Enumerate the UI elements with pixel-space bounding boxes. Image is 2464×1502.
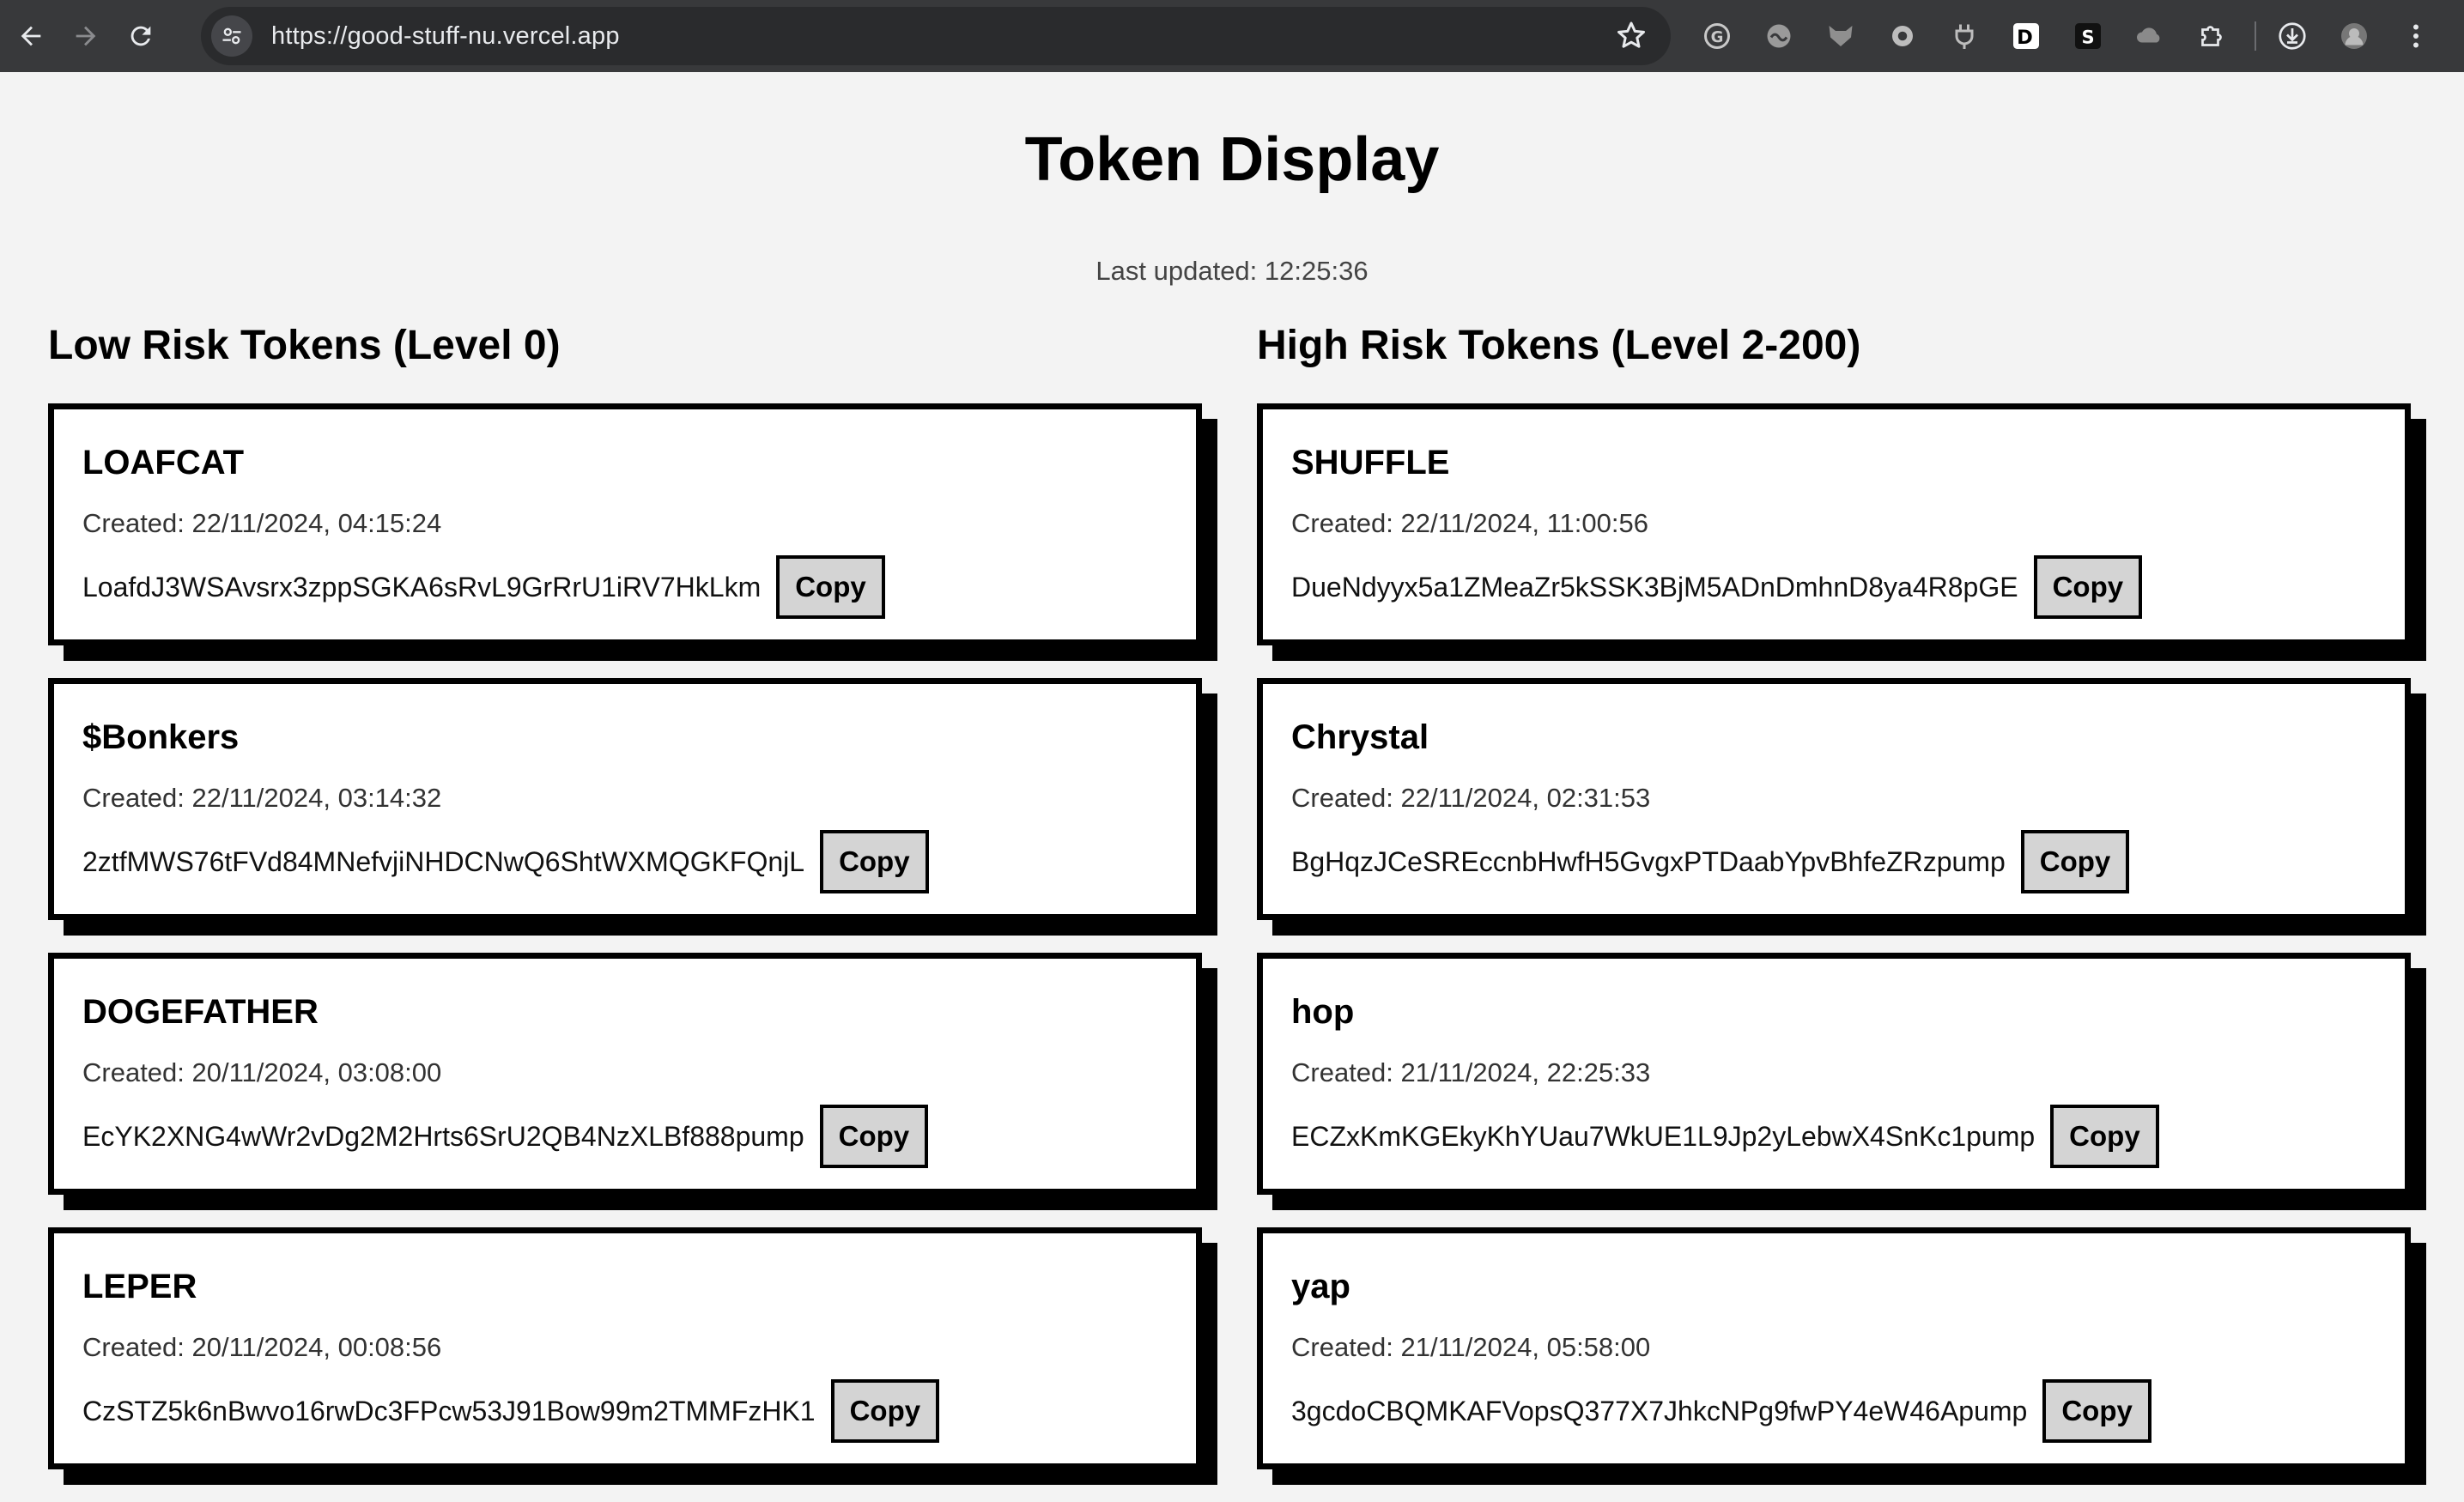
token-name: LOAFCAT [82,444,245,481]
page-title: Token Display [1024,125,1440,194]
copy-button[interactable]: Copy [820,830,929,893]
token-name: SHUFFLE [1291,444,1450,481]
copy-button[interactable]: Copy [776,555,885,619]
site-info-button[interactable] [211,15,252,57]
extensions-bar: G D S [1693,12,2454,60]
forward-button[interactable] [62,12,110,60]
token-created: Created: 22/11/2024, 04:15:24 [82,508,442,538]
token-created: Created: 22/11/2024, 11:00:56 [1291,508,1648,538]
record-icon[interactable] [1878,12,1927,60]
reload-button[interactable] [117,12,165,60]
last-updated: Last updated: 12:25:36 [1095,256,1369,286]
token-name: hop [1291,993,1355,1031]
high-risk-list: SHUFFLE Created: 22/11/2024, 11:00:56 Du… [1257,403,2411,1502]
token-card: $Bonkers Created: 22/11/2024, 03:14:32 2… [48,678,1202,920]
bookmark-star-icon[interactable] [1614,19,1648,53]
token-created: Created: 20/11/2024, 03:08:00 [82,1057,442,1087]
token-address: LoafdJ3WSAvsrx3zppSGKA6sRvL9GrRrU1iRV7Hk… [82,571,762,603]
token-address: EcYK2XNG4wWr2vDg2M2Hrts6SrU2QB4NzXLBf888… [82,1120,804,1152]
high-risk-heading: High Risk Tokens (Level 2-200) [1257,323,1861,368]
vpn-icon[interactable] [1755,12,1803,60]
token-card: DOGEFATHER Created: 20/11/2024, 03:08:00… [48,953,1202,1195]
menu-kebab-icon[interactable] [2392,12,2440,60]
token-name: $Bonkers [82,718,240,756]
low-risk-list: LOAFCAT Created: 22/11/2024, 04:15:24 Lo… [48,403,1202,1502]
token-address: 2ztfMWS76tFVd84MNefvjiNHDCNwQ6ShtWXMQGKF… [82,845,805,877]
token-created: Created: 21/11/2024, 05:58:00 [1291,1332,1651,1362]
token-card: SHUFFLE Created: 22/11/2024, 11:00:56 Du… [1257,403,2411,645]
token-address: DueNdyyx5a1ZMeaZr5kSSK3BjM5ADnDmhnD8ya4R… [1291,571,2018,603]
download-icon[interactable] [2268,12,2316,60]
grammarly-icon[interactable]: G [1693,12,1741,60]
token-address: 3gcdoCBQMKAFVopsQ377X7JhkcNPg9fwPY4eW46A… [1291,1395,2028,1426]
copy-button[interactable]: Copy [2050,1105,2159,1168]
puzzle-icon[interactable] [2188,12,2236,60]
fox-icon[interactable] [1817,12,1865,60]
token-card: hop Created: 21/11/2024, 22:25:33 ECZxKm… [1257,953,2411,1195]
token-address: ECZxKmKGEkyKhYUau7WkUE1L9Jp2yLebwX4SnKc1… [1291,1120,2036,1152]
token-name: Chrystal [1291,718,1429,756]
forward-arrow-icon [76,26,96,46]
token-card: LEPER Created: 20/11/2024, 00:08:56 CzST… [48,1227,1202,1469]
reload-icon [130,26,151,46]
toolbar-divider [2255,21,2256,51]
copy-button[interactable]: Copy [819,1105,929,1168]
cloud-icon[interactable] [2126,12,2174,60]
token-address: CzSTZ5k6nBwvo16rwDc3FPcw53J91Bow99m2TMMF… [82,1395,816,1426]
copy-button[interactable]: Copy [2042,1379,2151,1443]
plug-icon[interactable] [1940,12,1988,60]
token-created: Created: 21/11/2024, 22:25:33 [1291,1057,1651,1087]
back-button[interactable] [7,12,55,60]
svg-text:G: G [1711,28,1724,46]
low-risk-heading: Low Risk Tokens (Level 0) [48,323,561,368]
token-name: LEPER [82,1268,197,1305]
s-icon[interactable]: S [2064,12,2112,60]
tune-icon [222,27,241,45]
token-created: Created: 22/11/2024, 03:14:32 [82,783,442,813]
copy-button[interactable]: Copy [2033,555,2143,619]
browser-toolbar: https://good-stuff-nu.vercel.app G D S [0,0,2464,72]
copy-button[interactable]: Copy [2020,830,2130,893]
token-created: Created: 22/11/2024, 02:31:53 [1291,783,1651,813]
svg-text:D: D [2017,27,2033,49]
token-card: yap Created: 21/11/2024, 05:58:00 3gcdoC… [1257,1227,2411,1469]
token-address: BgHqzJCeSREccnbHwfH5GvgxPTDaabYpvBhfeZRz… [1291,845,2006,877]
svg-text:S: S [2081,27,2094,47]
copy-button[interactable]: Copy [830,1379,940,1443]
profile-avatar-icon[interactable] [2330,12,2378,60]
token-created: Created: 20/11/2024, 00:08:56 [82,1332,442,1362]
token-card: Chrystal Created: 22/11/2024, 02:31:53 B… [1257,678,2411,920]
back-arrow-icon [21,26,41,46]
token-name: yap [1291,1268,1350,1305]
d-icon[interactable]: D [2002,12,2050,60]
token-name: DOGEFATHER [82,993,319,1031]
address-bar[interactable]: https://good-stuff-nu.vercel.app [201,7,1671,65]
token-card: LOAFCAT Created: 22/11/2024, 04:15:24 Lo… [48,403,1202,645]
url-text[interactable]: https://good-stuff-nu.vercel.app [271,22,620,51]
